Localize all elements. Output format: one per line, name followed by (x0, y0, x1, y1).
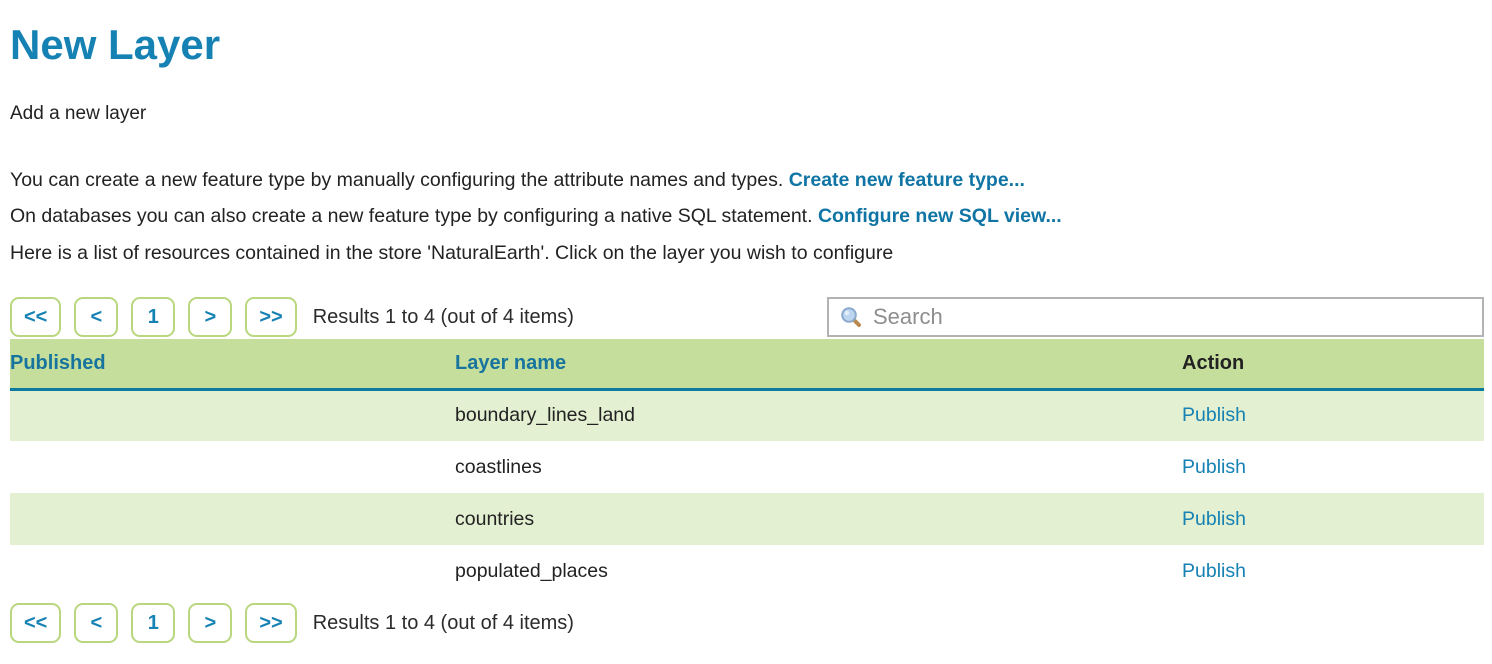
table-row: coastlines Publish (10, 441, 1484, 493)
published-cell (10, 441, 455, 493)
table-row: populated_places Publish (10, 545, 1484, 597)
publish-link[interactable]: Publish (1182, 560, 1246, 582)
sort-layer-name-link[interactable]: Layer name (455, 352, 566, 374)
action-cell: Publish (1182, 389, 1484, 441)
layer-name-cell[interactable]: boundary_lines_land (455, 389, 1182, 441)
pager-first-button[interactable]: << (10, 603, 61, 643)
pager-next-button[interactable]: > (188, 297, 232, 337)
intro-line-2: On databases you can also create a new f… (10, 198, 1484, 235)
published-cell (10, 389, 455, 441)
pager-page-button[interactable]: 1 (131, 603, 175, 643)
pager-last-button[interactable]: >> (245, 297, 296, 337)
sort-published-link[interactable]: Published (10, 352, 106, 374)
layer-name-cell[interactable]: countries (455, 493, 1182, 545)
column-header-action: Action (1182, 339, 1484, 389)
action-cell: Publish (1182, 493, 1484, 545)
bottom-pager: << < 1 > >> Results 1 to 4 (out of 4 ite… (10, 603, 1484, 643)
results-summary: Results 1 to 4 (out of 4 items) (313, 306, 574, 329)
pager-prev-button[interactable]: < (74, 603, 118, 643)
results-summary: Results 1 to 4 (out of 4 items) (313, 612, 574, 635)
layers-table: Published Layer name Action boundary_lin… (10, 339, 1484, 597)
action-cell: Publish (1182, 441, 1484, 493)
action-cell: Publish (1182, 545, 1484, 597)
column-header-layer-name: Layer name (455, 339, 1182, 389)
configure-sql-view-link[interactable]: Configure new SQL view... (818, 205, 1062, 227)
table-row: boundary_lines_land Publish (10, 389, 1484, 441)
search-box[interactable] (827, 297, 1484, 337)
new-layer-page: New Layer Add a new layer You can create… (0, 0, 1492, 643)
intro-text: You can create a new feature type by man… (10, 162, 1484, 272)
published-cell (10, 493, 455, 545)
search-icon (839, 305, 863, 329)
intro-line-3: Here is a list of resources contained in… (10, 235, 1484, 272)
pager-page-button[interactable]: 1 (131, 297, 175, 337)
intro-line-1-text: You can create a new feature type by man… (10, 169, 789, 191)
top-pager: << < 1 > >> Results 1 to 4 (out of 4 ite… (10, 297, 1484, 337)
published-cell (10, 545, 455, 597)
publish-link[interactable]: Publish (1182, 508, 1246, 530)
table-header-row: Published Layer name Action (10, 339, 1484, 389)
intro-line-1: You can create a new feature type by man… (10, 162, 1484, 199)
table-row: countries Publish (10, 493, 1484, 545)
layer-name-cell[interactable]: populated_places (455, 545, 1182, 597)
page-title: New Layer (10, 20, 1484, 70)
page-subtitle: Add a new layer (10, 103, 1484, 125)
create-feature-type-link[interactable]: Create new feature type... (789, 169, 1025, 191)
layer-name-cell[interactable]: coastlines (455, 441, 1182, 493)
pager-last-button[interactable]: >> (245, 603, 296, 643)
search-input[interactable] (871, 303, 1472, 331)
publish-link[interactable]: Publish (1182, 404, 1246, 426)
publish-link[interactable]: Publish (1182, 456, 1246, 478)
column-header-published: Published (10, 339, 455, 389)
pager-next-button[interactable]: > (188, 603, 232, 643)
pager-first-button[interactable]: << (10, 297, 61, 337)
pager-prev-button[interactable]: < (74, 297, 118, 337)
intro-line-2-text: On databases you can also create a new f… (10, 205, 818, 227)
